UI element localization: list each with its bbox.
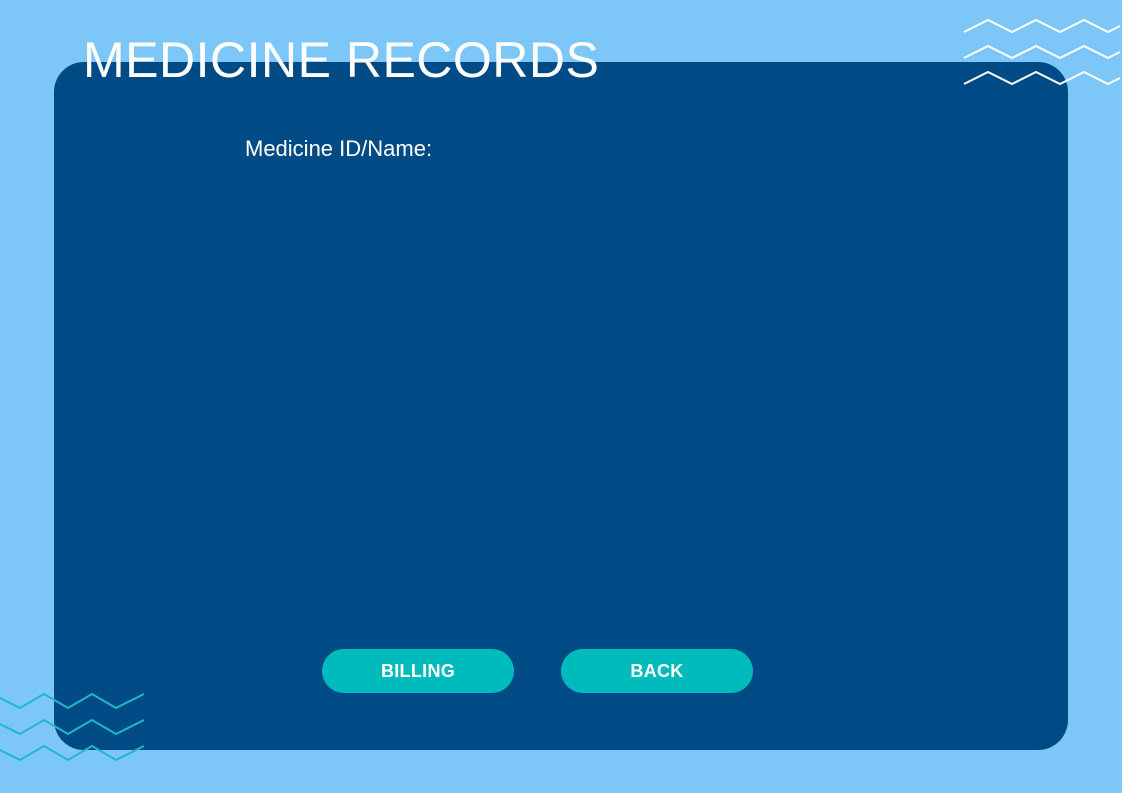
- back-button[interactable]: BACK: [561, 649, 753, 693]
- zigzag-line-2: [963, 44, 1121, 60]
- zigzag-line-2: [0, 718, 145, 736]
- zigzag-decoration-icon: [963, 18, 1121, 86]
- records-panel: [54, 62, 1068, 750]
- page-title: MEDICINE RECORDS: [83, 32, 600, 88]
- billing-button[interactable]: BILLING: [322, 649, 514, 693]
- medicine-id-name-label: Medicine ID/Name:: [245, 136, 433, 161]
- zigzag-line-3: [963, 70, 1121, 86]
- zigzag-line-1: [963, 18, 1121, 34]
- app-background: MEDICINE RECORDS Medicine ID/Name: BILLI…: [0, 0, 1122, 793]
- zigzag-line-3: [0, 744, 145, 762]
- zigzag-line-1: [0, 692, 145, 710]
- zigzag-decoration-icon: [0, 692, 145, 762]
